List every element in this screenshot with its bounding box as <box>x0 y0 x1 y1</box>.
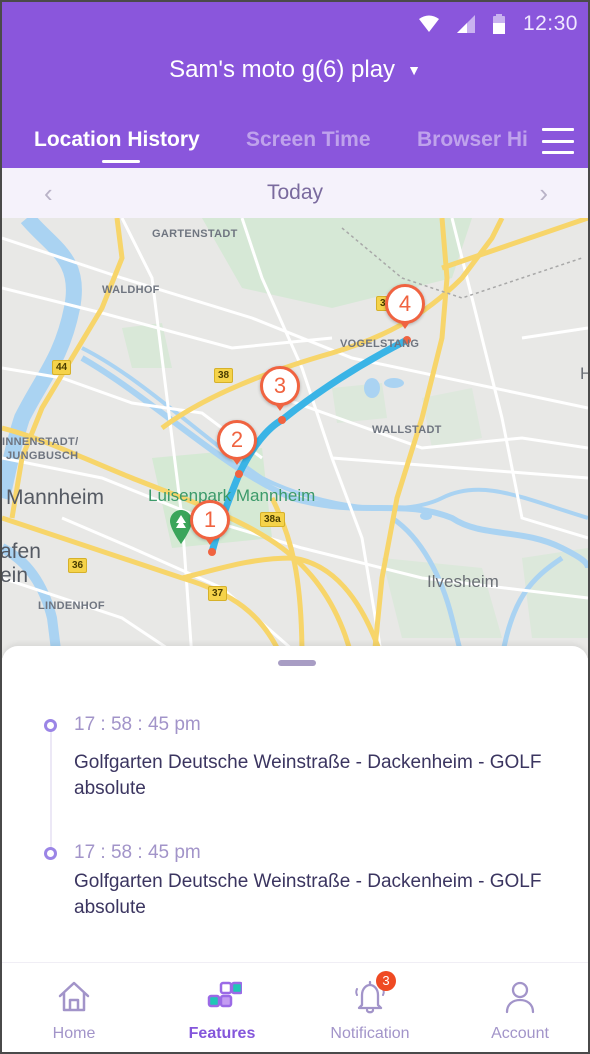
map-label-jungbusch: JUNGBUSCH <box>6 450 79 462</box>
map-label-innenstadt: INNENSTADT/ <box>2 436 79 448</box>
bottom-navigation: Home Features 3 Notification Account <box>2 962 588 1052</box>
road-shield: 38a <box>260 512 285 527</box>
notification-badge: 3 <box>376 971 396 991</box>
wifi-icon <box>418 15 439 32</box>
tab-location-history[interactable]: Location History <box>34 128 200 152</box>
entry-time: 17 : 58 : 45 pm <box>74 842 201 863</box>
nav-home[interactable]: Home <box>4 963 144 1052</box>
features-grid-icon <box>207 981 242 1008</box>
active-tab-indicator <box>102 160 140 163</box>
location-marker-3[interactable]: 3 <box>260 366 300 411</box>
status-bar: 12:30 <box>418 10 578 38</box>
route-point-3 <box>278 416 286 424</box>
entry-place: Golfgarten Deutsche Weinstraße - Dackenh… <box>74 752 542 799</box>
location-marker-2[interactable]: 2 <box>217 420 257 465</box>
home-icon <box>58 981 90 1012</box>
device-selector[interactable]: Sam's moto g(6) play ▼ <box>2 56 588 84</box>
battery-icon <box>492 14 505 34</box>
map-label-wallstadt: WALLSTADT <box>372 424 442 436</box>
signal-icon <box>456 15 475 33</box>
map-label-mannheim: Mannheim <box>6 486 105 509</box>
route-point-2 <box>235 470 243 478</box>
map-label-waldhof: WALDHOF <box>102 284 160 296</box>
location-timeline-sheet: 17 : 58 : 45 pm Golfgarten Deutsche Wein… <box>2 646 588 966</box>
location-map[interactable]: GARTENSTADT WALDHOF VOGELSTANG WALLSTADT… <box>2 218 588 658</box>
map-label-gartenstadt: GARTENSTADT <box>152 228 238 240</box>
location-marker-4[interactable]: 4 <box>385 284 425 329</box>
user-icon <box>505 981 535 1014</box>
date-label: Today <box>266 181 324 204</box>
map-label-vogelstang: VOGELSTANG <box>340 338 420 350</box>
dropdown-caret-icon: ▼ <box>407 62 421 78</box>
nav-notification[interactable]: 3 Notification <box>300 963 440 1052</box>
map-label-h: H <box>580 364 588 383</box>
date-navigator: ‹ Today › <box>2 168 588 218</box>
map-label-luisenpark: Luisenpark Mannheim <box>148 486 316 505</box>
device-name: Sam's moto g(6) play <box>169 56 396 83</box>
sheet-drag-handle[interactable] <box>278 660 316 666</box>
status-time: 12:30 <box>522 12 578 35</box>
entry-place: Golfgarten Deutsche Weinstraße - Dackenh… <box>74 871 542 918</box>
location-marker-1[interactable]: 1 <box>190 500 230 545</box>
road-shield: 38 <box>214 368 234 383</box>
nav-account-label: Account <box>491 1025 549 1042</box>
nav-home-label: Home <box>52 1025 96 1042</box>
nav-notification-label: Notification <box>330 1025 410 1042</box>
timeline-connector <box>50 724 52 854</box>
tab-browser-history[interactable]: Browser History <box>417 128 527 152</box>
hamburger-menu-icon[interactable] <box>542 128 574 154</box>
park-pin-icon[interactable] <box>170 510 192 544</box>
timeline-dot-icon <box>44 719 57 732</box>
tab-screen-time[interactable]: Screen Time <box>246 128 371 152</box>
nav-account[interactable]: Account <box>450 963 588 1052</box>
entry-time: 17 : 58 : 45 pm <box>74 714 201 735</box>
map-label-hafen: afen <box>2 540 41 563</box>
road-shield: 37 <box>208 586 228 601</box>
app-screen: 12:30 Sam's moto g(6) play ▼ Location Hi… <box>2 2 588 1052</box>
nav-features[interactable]: Features <box>152 963 292 1052</box>
nav-features-label: Features <box>188 1025 256 1042</box>
map-label-lindenhof: LINDENHOF <box>38 600 105 612</box>
feature-tabs: Location History Screen Time Browser His… <box>2 122 588 168</box>
next-day-button[interactable]: › <box>539 178 548 209</box>
app-header: 12:30 Sam's moto g(6) play ▼ Location Hi… <box>2 2 588 168</box>
road-shield: 36 <box>68 558 88 573</box>
route-path <box>208 336 411 556</box>
map-label-ein: ein <box>2 564 29 587</box>
road-shield: 44 <box>52 360 72 375</box>
timeline-dot-icon <box>44 847 57 860</box>
map-label-ilvesheim: Ilvesheim <box>427 572 499 591</box>
route-point-1 <box>208 548 216 556</box>
